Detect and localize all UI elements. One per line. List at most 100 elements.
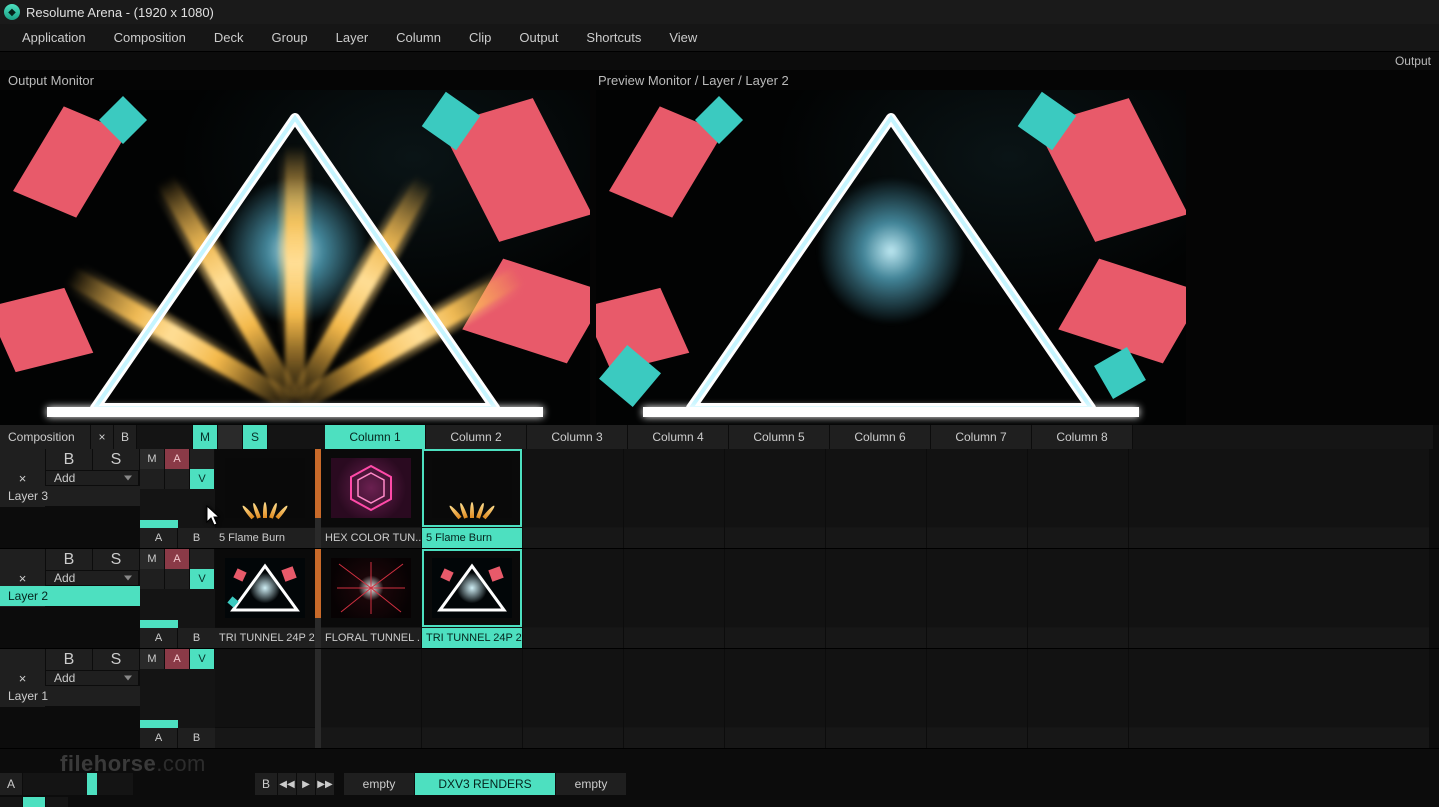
l3-clip-extra[interactable] [1129,449,1429,548]
preview-monitor[interactable] [596,90,1186,425]
layer-1-blendmode[interactable]: Add [46,671,138,685]
l2-xf-a[interactable]: A [140,628,177,648]
l3-v[interactable]: V [190,469,214,489]
column-8[interactable]: Column 8 [1032,425,1132,449]
l1-crossfader[interactable] [140,720,215,728]
layer-1-active-clip[interactable] [215,649,315,748]
layer-2-active-clip[interactable]: TRI TUNNEL 24P 2K [215,549,315,648]
l1-a[interactable]: A [165,649,189,669]
column-2[interactable]: Column 2 [426,425,526,449]
l1-clip-5[interactable] [725,649,825,748]
menu-shortcuts[interactable]: Shortcuts [572,26,655,49]
column-7[interactable]: Column 7 [931,425,1031,449]
l2-clip-2[interactable]: TRI TUNNEL 24P 2K [422,549,522,648]
layer-1-bypass[interactable]: B [46,649,92,670]
output-monitor[interactable] [0,90,590,425]
l1-clip-2[interactable] [422,649,522,748]
menu-output[interactable]: Output [505,26,572,49]
column-5[interactable]: Column 5 [729,425,829,449]
l2-v[interactable]: V [190,569,214,589]
layer-1-name[interactable]: Layer 1 [0,686,140,706]
layer-2-blendmode[interactable]: Add [46,571,138,585]
layer-2-name[interactable]: Layer 2 [0,586,140,606]
bottom-strip [0,797,1439,807]
l3-xf-a[interactable]: A [140,528,177,548]
menu-application[interactable]: Application [8,26,100,49]
menu-composition[interactable]: Composition [100,26,200,49]
layer-3-name[interactable]: Layer 3 [0,486,140,506]
layer-3-active-clip[interactable]: 5 Flame Burn [215,449,315,548]
l3-m[interactable]: M [140,449,164,469]
layer-1-solo[interactable]: S [93,649,139,670]
watermark: filehorse.com [60,751,206,777]
l1-clip-6[interactable] [826,649,926,748]
l3-a[interactable]: A [165,449,189,469]
layer-2-solo[interactable]: S [93,549,139,570]
l3-clip-4[interactable] [624,449,724,548]
column-4[interactable]: Column 4 [628,425,728,449]
l2-clip-1[interactable]: FLORAL TUNNEL ... [321,549,421,648]
l3-crossfader[interactable] [140,520,215,528]
l3-clip-3[interactable] [523,449,623,548]
l1-clip-7[interactable] [927,649,1027,748]
deck-empty-1[interactable]: empty [344,773,414,795]
transport-prev[interactable]: ◀◀ [278,773,296,795]
l1-clip-8[interactable] [1028,649,1128,748]
column-3[interactable]: Column 3 [527,425,627,449]
composition-label[interactable]: Composition [0,425,90,449]
layer-3-blendmode[interactable]: Add [46,471,138,485]
l1-v[interactable]: V [190,649,214,669]
l3-clip-7[interactable] [927,449,1027,548]
menu-group[interactable]: Group [258,26,322,49]
l3-clip-5[interactable] [725,449,825,548]
menu-view[interactable]: View [655,26,711,49]
layer-3-solo[interactable]: S [93,449,139,470]
l3-clip-8[interactable] [1028,449,1128,548]
column-overflow[interactable] [1133,425,1433,449]
l1-m[interactable]: M [140,649,164,669]
l1-clip-1[interactable] [321,649,421,748]
crossfader-a[interactable]: A [0,773,22,795]
deck-empty-2[interactable]: empty [556,773,626,795]
l1-clip-4[interactable] [624,649,724,748]
l2-clip-4[interactable] [624,549,724,648]
window-title: Resolume Arena - (1920 x 1080) [26,5,214,20]
l3-clip-2[interactable]: 5 Flame Burn [422,449,522,548]
menu-layer[interactable]: Layer [322,26,383,49]
column-6[interactable]: Column 6 [830,425,930,449]
transport-play[interactable]: ▶ [297,773,315,795]
l2-clip-extra[interactable] [1129,549,1429,648]
l2-a[interactable]: A [165,549,189,569]
layer-3-bypass[interactable]: B [46,449,92,470]
l3-xf-b[interactable]: B [178,528,215,548]
crossfader-b[interactable]: B [255,773,277,795]
l2-clip-5[interactable] [725,549,825,648]
l2-clip-3[interactable] [523,549,623,648]
l1-xf-a[interactable]: A [140,728,177,748]
output-panel-label[interactable]: Output [1395,54,1431,68]
l2-clip-7[interactable] [927,549,1027,648]
l2-clip-8[interactable] [1028,549,1128,648]
l3-clip-1[interactable]: HEX COLOR TUN... [321,449,421,548]
deck-bar: A B ◀◀ ▶ ▶▶ empty DXV3 RENDERS empty [0,773,1439,795]
menu-clip[interactable]: Clip [455,26,505,49]
l2-m[interactable]: M [140,549,164,569]
column-1[interactable]: Column 1 [325,425,425,449]
composition-m-toggle[interactable]: M [193,425,217,449]
l2-crossfader[interactable] [140,620,215,628]
deck-active[interactable]: DXV3 RENDERS [415,773,555,795]
l2-clip-6[interactable] [826,549,926,648]
l1-clip-3[interactable] [523,649,623,748]
l1-xf-b[interactable]: B [178,728,215,748]
composition-b[interactable]: B [114,425,136,449]
l1-clip-extra[interactable] [1129,649,1429,748]
composition-s-toggle[interactable]: S [243,425,267,449]
l2-xf-b[interactable]: B [178,628,215,648]
composition-gap [218,425,242,449]
transport-next[interactable]: ▶▶ [316,773,334,795]
composition-bypass[interactable]: × [91,425,113,449]
layer-2-bypass[interactable]: B [46,549,92,570]
menu-deck[interactable]: Deck [200,26,258,49]
menu-column[interactable]: Column [382,26,455,49]
l3-clip-6[interactable] [826,449,926,548]
